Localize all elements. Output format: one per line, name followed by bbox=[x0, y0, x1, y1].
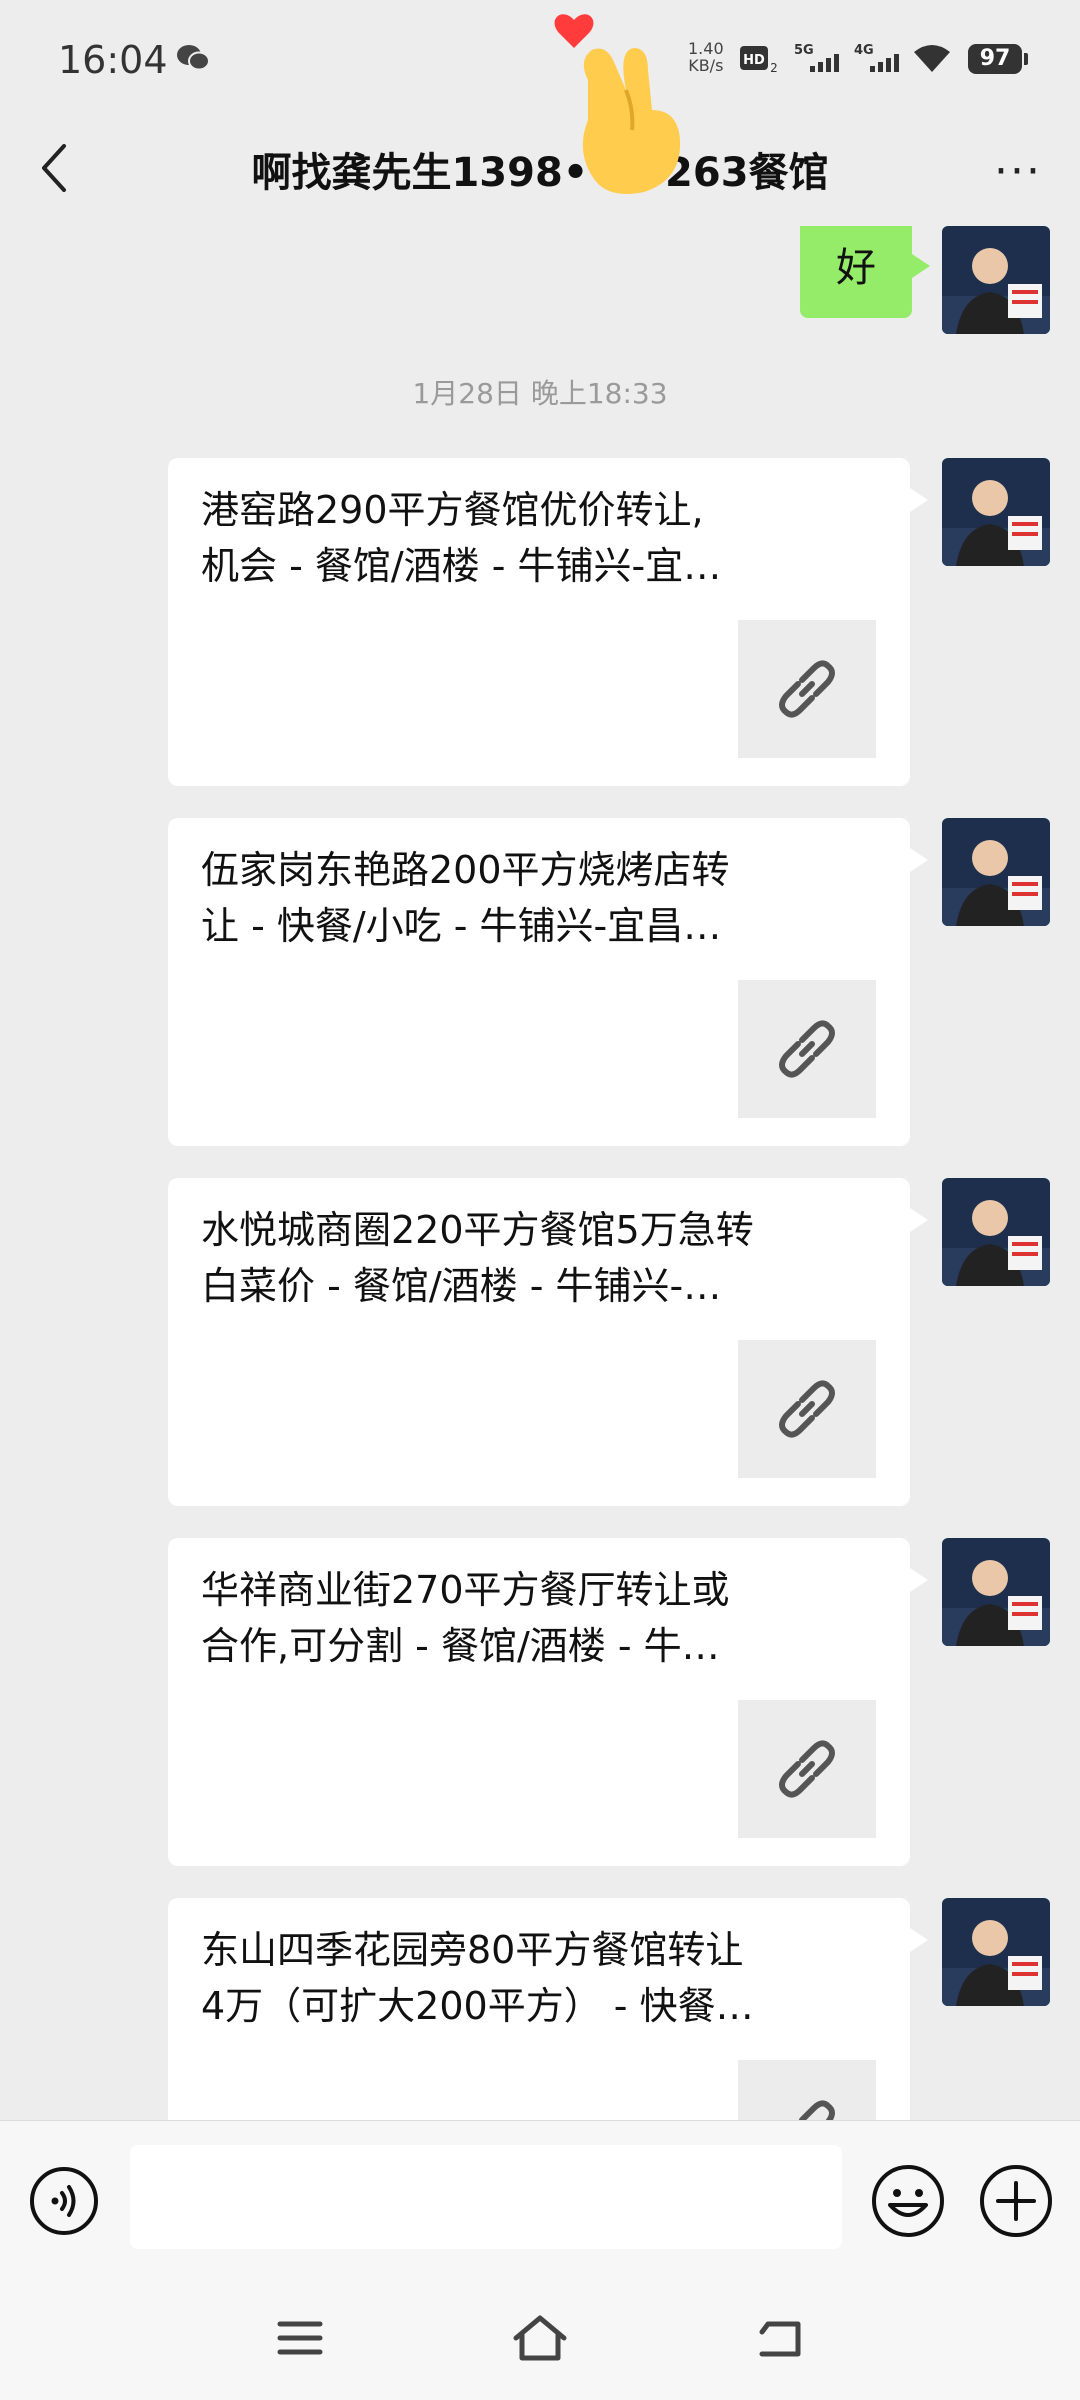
card-title-line: 港窑路290平方餐馆优价转让, bbox=[201, 488, 704, 532]
sent-message-bubble[interactable]: 好 bbox=[800, 226, 930, 318]
status-bar: 16:04 1.40 KB/s HD 2 5G 4G 97 bbox=[0, 0, 1080, 120]
wechat-notification-icon bbox=[177, 45, 210, 71]
chat-header: 啊找龚先生1398••••263餐馆 ··· bbox=[0, 120, 1080, 226]
svg-text:5G: 5G bbox=[794, 43, 814, 58]
chat-list[interactable]: 好 1月28日 晚上18:33 港窑路290平方餐馆优价转让, 机会 - 餐馆/酒… bbox=[0, 226, 1080, 2120]
link-icon bbox=[738, 620, 876, 758]
link-icon bbox=[738, 2060, 876, 2120]
svg-text:HD: HD bbox=[743, 53, 765, 68]
avatar[interactable] bbox=[942, 1178, 1050, 1286]
link-icon bbox=[738, 1340, 876, 1478]
voice-icon[interactable] bbox=[28, 2165, 100, 2237]
finger-heart-emoji-icon bbox=[554, 14, 681, 194]
system-nav-bar bbox=[0, 2280, 1080, 2400]
avatar[interactable] bbox=[942, 1898, 1050, 2006]
wifi-icon bbox=[914, 45, 950, 72]
link-card-message[interactable]: 水悦城商圈220平方餐馆5万急转 白菜价 - 餐馆/酒楼 - 牛铺兴-… bbox=[168, 1178, 928, 1506]
avatar[interactable] bbox=[942, 1538, 1050, 1646]
card-title-line: 机会 - 餐馆/酒楼 - 牛铺兴-宜… bbox=[201, 544, 722, 588]
plus-icon[interactable] bbox=[978, 2163, 1054, 2239]
svg-text:4G: 4G bbox=[854, 43, 874, 58]
link-icon bbox=[738, 980, 876, 1118]
more-icon[interactable]: ··· bbox=[994, 146, 1042, 197]
hd-icon: HD 2 bbox=[740, 46, 778, 75]
message-timestamp: 1月28日 晚上18:33 bbox=[412, 377, 668, 410]
avatar[interactable] bbox=[942, 226, 1050, 334]
svg-text:2: 2 bbox=[770, 61, 778, 75]
link-card-message[interactable]: 东山四季花园旁80平方餐馆转让 4万（可扩大200平方） - 快餐… bbox=[168, 1898, 928, 2120]
link-card-message[interactable]: 港窑路290平方餐馆优价转让, 机会 - 餐馆/酒楼 - 牛铺兴-宜… bbox=[168, 458, 928, 786]
back-icon[interactable] bbox=[752, 2310, 808, 2366]
card-title-line: 白菜价 - 餐馆/酒楼 - 牛铺兴-… bbox=[201, 1264, 722, 1308]
status-time: 16:04 bbox=[58, 38, 168, 82]
card-title-line: 水悦城商圈220平方餐馆5万急转 bbox=[201, 1208, 754, 1252]
avatar[interactable] bbox=[942, 818, 1050, 926]
home-icon[interactable] bbox=[510, 2310, 570, 2366]
input-bar bbox=[0, 2120, 1080, 2281]
battery-indicator: 97 bbox=[968, 44, 1028, 74]
card-title-line: 伍家岗东艳路200平方烧烤店转 bbox=[201, 848, 730, 892]
card-title-line: 4万（可扩大200平方） - 快餐… bbox=[201, 1984, 754, 2028]
signal-5g-icon: 5G bbox=[794, 43, 839, 72]
link-card-message[interactable]: 伍家岗东艳路200平方烧烤店转让 - 快餐/小吃 - 牛铺兴-宜昌… bbox=[168, 818, 928, 1146]
link-card-message[interactable]: 华祥商业街270平方餐厅转让或 合作,可分割 - 餐馆/酒楼 - 牛… bbox=[168, 1538, 928, 1866]
menu-icon[interactable] bbox=[272, 2310, 328, 2366]
card-title-line: 华祥商业街270平方餐厅转让或 bbox=[201, 1568, 730, 1612]
card-title-line: 合作,可分割 - 餐馆/酒楼 - 牛… bbox=[201, 1624, 720, 1668]
link-icon bbox=[738, 1700, 876, 1838]
chat-title: 啊找龚先生1398••••263餐馆 bbox=[251, 150, 829, 196]
avatar[interactable] bbox=[942, 458, 1050, 566]
emoji-icon[interactable] bbox=[870, 2163, 946, 2239]
message-input[interactable] bbox=[130, 2145, 842, 2249]
signal-4g-icon: 4G bbox=[854, 43, 899, 72]
card-title-line: 让 - 快餐/小吃 - 牛铺兴-宜昌… bbox=[201, 904, 722, 948]
card-title-line: 东山四季花园旁80平方餐馆转让 bbox=[201, 1928, 744, 1972]
